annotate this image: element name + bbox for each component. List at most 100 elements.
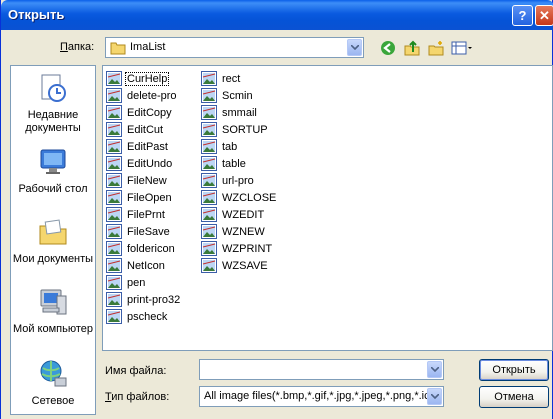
- bitmap-file-icon: [106, 275, 122, 290]
- file-item[interactable]: rect: [201, 70, 278, 87]
- file-item[interactable]: table: [201, 155, 278, 172]
- bitmap-file-icon: [106, 190, 122, 205]
- file-item[interactable]: FileOpen: [106, 189, 182, 206]
- file-label: pen: [127, 276, 146, 289]
- filename-input[interactable]: [199, 359, 444, 380]
- file-item[interactable]: FileSave: [106, 223, 182, 240]
- file-label: WZSAVE: [222, 259, 268, 272]
- chevron-down-icon[interactable]: [427, 388, 442, 405]
- file-label: FileNew: [127, 174, 167, 187]
- back-icon[interactable]: [379, 39, 397, 57]
- file-column-2: rect Scmin smmail SORTUP tab table url-pro WZCL…: [201, 70, 278, 274]
- file-item[interactable]: EditCut: [106, 121, 182, 138]
- file-item[interactable]: CurHelp: [106, 70, 182, 87]
- bitmap-file-icon: [201, 190, 217, 205]
- bitmap-file-icon: [106, 224, 122, 239]
- file-label: FileOpen: [127, 191, 172, 204]
- file-item[interactable]: print-pro32: [106, 291, 182, 308]
- file-label: foldericon: [127, 242, 175, 255]
- places-item-network[interactable]: Сетевое: [11, 358, 95, 408]
- file-item[interactable]: WZNEW: [201, 223, 278, 240]
- file-label: EditUndo: [127, 157, 173, 170]
- places-item-recent[interactable]: Недавние документы: [11, 72, 95, 135]
- places-item-my-computer[interactable]: Мой компьютер: [11, 286, 95, 336]
- bitmap-file-icon: [201, 139, 217, 154]
- my-computer-icon: [37, 289, 69, 321]
- file-label: tab: [222, 140, 238, 153]
- file-item[interactable]: FilePrnt: [106, 206, 182, 223]
- new-folder-icon[interactable]: [427, 39, 445, 57]
- file-item[interactable]: pscheck: [106, 308, 182, 325]
- file-item[interactable]: EditCopy: [106, 104, 182, 121]
- lookin-combo[interactable]: ImaList: [105, 37, 364, 58]
- up-folder-icon[interactable]: [403, 39, 421, 57]
- cancel-button[interactable]: Отмена: [479, 386, 549, 408]
- file-label: FileSave: [127, 225, 170, 238]
- file-item[interactable]: smmail: [201, 104, 278, 121]
- places-bar: Недавние документы Рабочий стол Мои доку…: [10, 65, 96, 415]
- open-button[interactable]: Открыть: [479, 359, 549, 381]
- file-item[interactable]: FileNew: [106, 172, 182, 189]
- bitmap-file-icon: [106, 71, 122, 86]
- file-item[interactable]: SORTUP: [201, 121, 278, 138]
- places-label-desktop: Рабочий стол: [18, 183, 88, 195]
- file-item[interactable]: Scmin: [201, 87, 278, 104]
- filetype-select[interactable]: All image files(*.bmp,*.gif,*.jpg,*.jpeg…: [199, 386, 444, 407]
- file-label: WZPRINT: [222, 242, 273, 255]
- bitmap-file-icon: [201, 71, 217, 86]
- help-button[interactable]: ?: [512, 5, 533, 26]
- close-button[interactable]: ✕: [535, 5, 553, 26]
- bitmap-file-icon: [106, 139, 122, 154]
- filename-label: Имя файла:: [105, 365, 167, 377]
- bitmap-file-icon: [201, 224, 217, 239]
- bitmap-file-icon: [106, 122, 122, 137]
- places-item-desktop[interactable]: Рабочий стол: [11, 146, 95, 196]
- bitmap-file-icon: [201, 207, 217, 222]
- file-label: rect: [222, 72, 241, 85]
- bitmap-file-icon: [201, 122, 217, 137]
- chevron-down-icon[interactable]: [427, 361, 442, 378]
- filetype-label: Тип файлов:: [105, 391, 170, 403]
- bitmap-file-icon: [106, 292, 122, 307]
- places-label-my-documents: Мои документы: [12, 253, 94, 265]
- places-label-my-computer: Мой компьютер: [12, 323, 94, 335]
- file-item[interactable]: WZCLOSE: [201, 189, 278, 206]
- file-label: smmail: [222, 106, 257, 119]
- places-item-my-documents[interactable]: Мои документы: [11, 216, 95, 266]
- file-label: url-pro: [222, 174, 254, 187]
- file-label: delete-pro: [127, 89, 177, 102]
- file-label: NetIcon: [127, 259, 165, 272]
- folder-icon: [110, 41, 126, 58]
- file-item[interactable]: WZPRINT: [201, 240, 278, 257]
- title-bar[interactable]: Открыть ? ✕: [1, 0, 553, 30]
- lookin-label: Папка:: [60, 41, 95, 53]
- file-label: print-pro32: [127, 293, 181, 306]
- bitmap-file-icon: [201, 173, 217, 188]
- file-label: FilePrnt: [127, 208, 165, 221]
- file-item[interactable]: NetIcon: [106, 257, 182, 274]
- bitmap-file-icon: [201, 258, 217, 273]
- file-item[interactable]: url-pro: [201, 172, 278, 189]
- bitmap-file-icon: [106, 207, 122, 222]
- file-label: CurHelp: [125, 71, 170, 86]
- file-item[interactable]: pen: [106, 274, 182, 291]
- file-item[interactable]: foldericon: [106, 240, 182, 257]
- file-item[interactable]: tab: [201, 138, 278, 155]
- file-label: pscheck: [127, 310, 168, 323]
- file-list[interactable]: CurHelp delete-pro EditCopy EditCut EditPast…: [102, 65, 553, 351]
- file-item[interactable]: WZSAVE: [201, 257, 278, 274]
- file-item[interactable]: WZEDIT: [201, 206, 278, 223]
- view-menu-icon[interactable]: [451, 39, 473, 57]
- file-column-1: CurHelp delete-pro EditCopy EditCut EditPast…: [106, 70, 182, 325]
- file-label: EditCopy: [127, 106, 172, 119]
- bitmap-file-icon: [106, 173, 122, 188]
- file-label: Scmin: [222, 89, 253, 102]
- recent-documents-icon: [37, 74, 69, 107]
- file-item[interactable]: EditUndo: [106, 155, 182, 172]
- places-label-recent: Недавние документы: [25, 109, 81, 134]
- my-documents-icon: [37, 219, 69, 251]
- file-item[interactable]: EditPast: [106, 138, 182, 155]
- bitmap-file-icon: [201, 156, 217, 171]
- chevron-down-icon[interactable]: [347, 39, 362, 56]
- file-item[interactable]: delete-pro: [106, 87, 182, 104]
